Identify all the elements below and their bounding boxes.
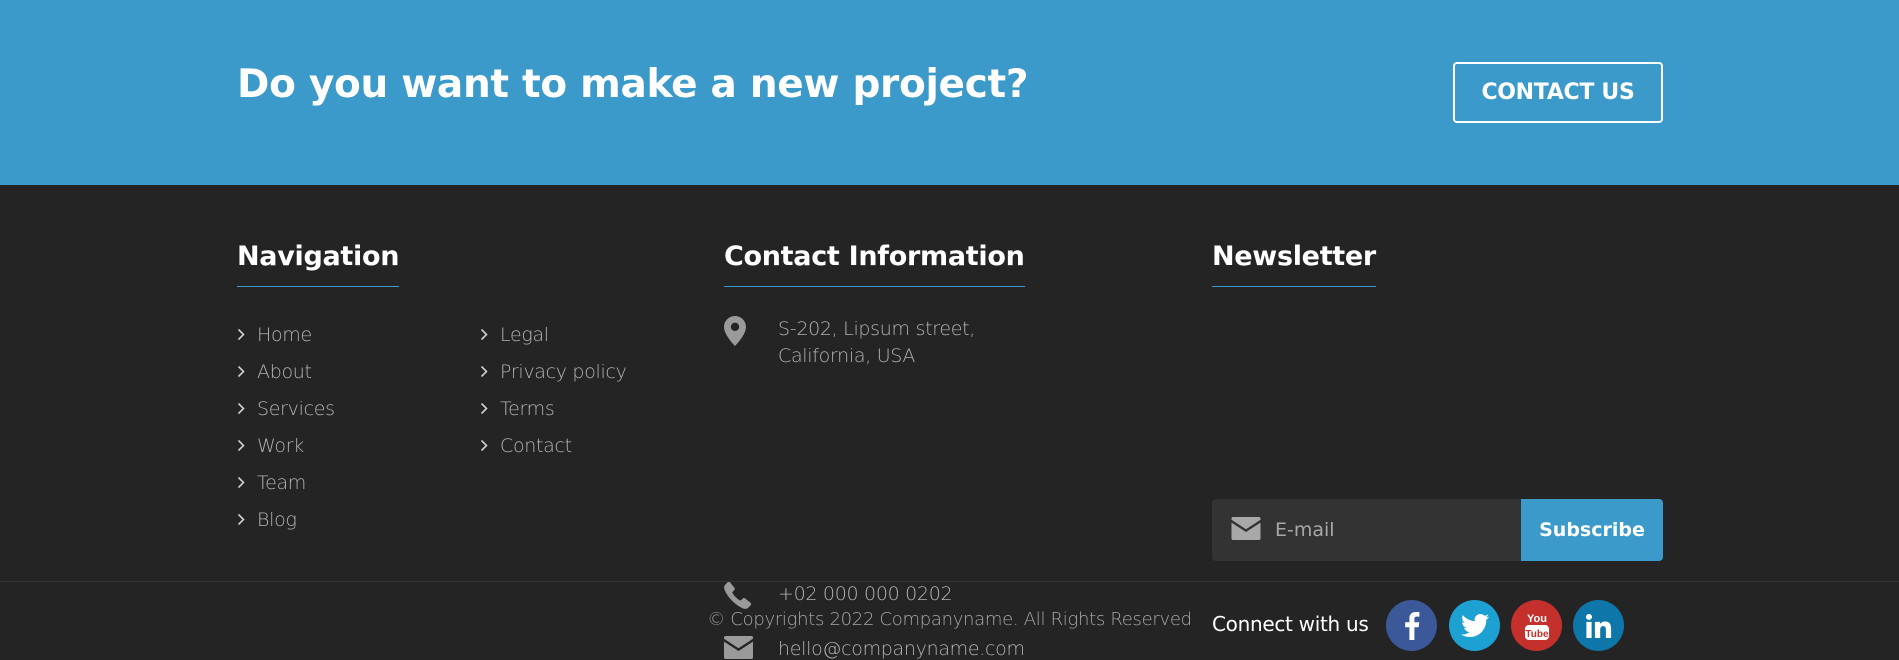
phone-icon [724,581,778,609]
nav-link-terms[interactable]: Terms [480,390,627,427]
nav-link-privacy-policy[interactable]: Privacy policy [480,353,627,390]
chevron-right-icon [237,513,245,526]
nav-link-label: Privacy policy [500,360,627,383]
chevron-right-icon [237,476,245,489]
nav-link-services[interactable]: Services [237,390,335,427]
email-address[interactable]: hello@companyname.com [778,636,1025,660]
copyright-text: © Copyrights 2022 Companyname. All Right… [707,609,1192,630]
nav-link-label: Legal [500,323,549,346]
chevron-right-icon [237,402,245,415]
svg-text:Tube: Tube [1525,629,1549,640]
map-marker-icon [724,316,778,346]
site-footer: Navigation Home About Services Work Team… [0,185,1899,660]
newsletter-form: Subscribe [1212,499,1663,561]
chevron-right-icon [480,439,488,452]
nav-link-label: Services [257,397,335,420]
phone-number: +02 000 000 0202 [778,583,953,605]
newsletter-email-field[interactable] [1212,499,1521,561]
chevron-right-icon [480,402,488,415]
subscribe-button[interactable]: Subscribe [1521,499,1663,561]
chevron-right-icon [480,328,488,341]
address-line-1: S-202, Lipsum street, [778,318,975,340]
cta-banner: Do you want to make a new project? CONTA… [0,0,1899,185]
chevron-right-icon [237,439,245,452]
chevron-right-icon [237,328,245,341]
contact-address: S-202, Lipsum street, California, USA [724,316,975,370]
newsletter-title: Newsletter [1212,241,1376,287]
nav-link-label: Team [257,471,307,494]
navigation-title: Navigation [237,241,399,287]
contact-us-button[interactable]: CONTACT US [1453,62,1663,123]
footer-divider [0,581,1899,582]
nav-link-legal[interactable]: Legal [480,316,627,353]
nav-link-about[interactable]: About [237,353,335,390]
address-line-2: California, USA [778,345,916,367]
chevron-right-icon [237,365,245,378]
nav-link-home[interactable]: Home [237,316,335,353]
nav-link-label: Contact [500,434,572,457]
nav-list-secondary: Legal Privacy policy Terms Contact [480,316,627,464]
envelope-icon [724,636,778,659]
nav-link-contact[interactable]: Contact [480,427,627,464]
nav-link-label: Blog [257,508,297,531]
nav-link-work[interactable]: Work [237,427,335,464]
nav-link-label: Work [257,434,304,457]
nav-list-primary: Home About Services Work Team Blog [237,316,335,538]
contact-email: hello@companyname.com [724,636,1025,660]
contact-title: Contact Information [724,241,1025,287]
nav-link-label: Home [257,323,312,346]
envelope-icon [1231,516,1261,544]
newsletter-email-input[interactable] [1275,519,1495,541]
cta-title: Do you want to make a new project? [237,62,1029,107]
chevron-right-icon [480,365,488,378]
nav-link-label: Terms [500,397,555,420]
contact-phone: +02 000 000 0202 [724,581,953,609]
nav-link-team[interactable]: Team [237,464,335,501]
nav-link-blog[interactable]: Blog [237,501,335,538]
nav-link-label: About [257,360,312,383]
